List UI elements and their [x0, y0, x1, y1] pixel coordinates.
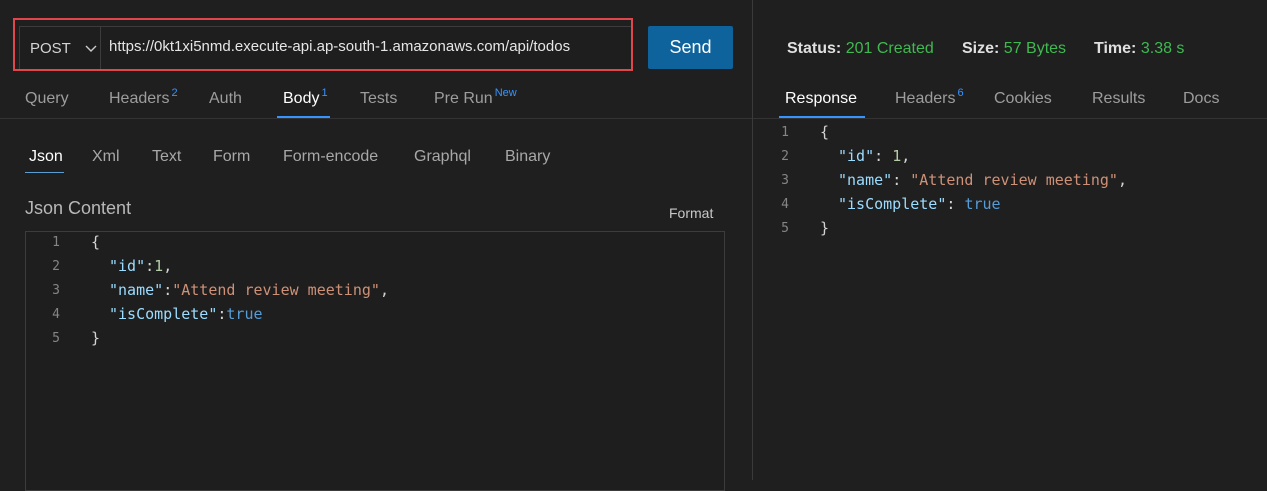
size-info: Size: 57 Bytes [962, 40, 1066, 58]
json-value: true [964, 195, 1001, 213]
pane-divider[interactable] [752, 0, 753, 480]
code-brace: { [820, 123, 830, 141]
json-key: "isComplete" [109, 305, 218, 323]
subtab-xml[interactable]: Xml [92, 148, 120, 166]
status-info: Status: 201 Created [787, 40, 934, 58]
json-sep: , [901, 147, 911, 165]
json-key: "name" [109, 281, 164, 299]
status-label: Status: [787, 40, 842, 57]
code-brace: } [91, 329, 101, 347]
json-content-title: Json Content [25, 198, 132, 218]
tab-response[interactable]: Response [785, 90, 857, 108]
json-value: "Attend review meeting" [172, 281, 380, 299]
code-line: } [91, 329, 100, 347]
tab-tests[interactable]: Tests [360, 90, 397, 108]
line-number: 4 [52, 307, 60, 322]
code-line: "name":"Attend review meeting", [109, 281, 389, 299]
json-sep: : [946, 195, 965, 213]
line-number: 3 [781, 173, 789, 188]
body-count-badge: 1 [321, 87, 328, 99]
json-sep: , [163, 257, 173, 275]
active-subtab-indicator [25, 172, 64, 173]
code-line: { [91, 233, 100, 251]
tab-cookies[interactable]: Cookies [994, 90, 1052, 108]
headers-count-badge: 2 [171, 87, 178, 99]
tab-query[interactable]: Query [25, 90, 69, 108]
code-line: "isComplete":true [109, 305, 263, 323]
tab-label: Auth [209, 90, 242, 107]
json-sep: , [1117, 171, 1127, 189]
subtab-binary[interactable]: Binary [505, 148, 550, 166]
tab-label: Cookies [994, 90, 1052, 107]
size-value: 57 Bytes [1003, 40, 1067, 57]
subtab-text[interactable]: Text [152, 148, 181, 166]
tab-pre-run[interactable]: Pre Run New [434, 87, 517, 108]
line-number: 3 [52, 283, 60, 298]
json-sep: : [163, 281, 173, 299]
tab-auth[interactable]: Auth [209, 90, 242, 108]
tab-results[interactable]: Results [1092, 90, 1145, 108]
tab-headers[interactable]: Headers 2 [109, 87, 178, 108]
format-button[interactable]: Format [669, 205, 713, 221]
tab-body[interactable]: Body 1 [283, 87, 328, 108]
new-badge: New [494, 87, 517, 99]
tab-label: Results [1092, 90, 1146, 107]
subtab-graphql[interactable]: Graphql [414, 148, 471, 166]
time-label: Time: [1094, 40, 1137, 57]
url-highlight-box [13, 18, 633, 71]
json-sep: : [874, 147, 893, 165]
status-value: 201 Created [845, 40, 934, 57]
code-line: } [820, 219, 829, 237]
response-tabs-divider [753, 118, 1267, 119]
subtab-json[interactable]: Json [29, 148, 63, 166]
send-button[interactable]: Send [648, 26, 733, 69]
line-number: 2 [781, 149, 789, 164]
code-line: "name": "Attend review meeting", [838, 171, 1127, 189]
line-number: 5 [781, 221, 789, 236]
tab-label: Body [283, 90, 320, 107]
code-line: "isComplete": true [838, 195, 1001, 213]
subtab-form[interactable]: Form [213, 148, 250, 166]
code-line: "id": 1, [838, 147, 910, 165]
tab-label: Pre Run [434, 90, 493, 107]
headers-count-badge: 6 [957, 87, 964, 99]
code-line: "id":1, [109, 257, 172, 275]
code-brace: } [820, 219, 830, 237]
tab-label: Docs [1183, 90, 1220, 107]
tabs-divider [0, 118, 752, 119]
tab-label: Query [25, 90, 69, 107]
json-sep: : [892, 171, 911, 189]
subtab-form-encode[interactable]: Form-encode [283, 148, 378, 166]
json-sep: : [145, 257, 155, 275]
json-value: true [226, 305, 263, 323]
time-info: Time: 3.38 s [1094, 40, 1184, 58]
line-number: 4 [781, 197, 789, 212]
time-value: 3.38 s [1140, 40, 1185, 57]
code-line: { [820, 123, 829, 141]
json-key: "id" [109, 257, 146, 275]
json-sep: , [379, 281, 389, 299]
json-value: 1 [892, 147, 902, 165]
tab-label: Headers [895, 90, 956, 107]
line-number: 5 [52, 331, 60, 346]
line-number: 1 [781, 125, 789, 140]
code-brace: { [91, 233, 101, 251]
tab-response-headers[interactable]: Headers 6 [895, 87, 964, 108]
tab-docs[interactable]: Docs [1183, 90, 1219, 108]
json-value: 1 [154, 257, 164, 275]
tab-label: Response [785, 90, 858, 107]
line-number: 2 [52, 259, 60, 274]
tab-label: Tests [360, 90, 398, 107]
line-number: 1 [52, 235, 60, 250]
json-key: "id" [838, 147, 875, 165]
json-value: "Attend review meeting" [910, 171, 1118, 189]
size-label: Size: [962, 40, 1000, 57]
json-key: "name" [838, 171, 893, 189]
json-key: "isComplete" [838, 195, 947, 213]
tab-label: Headers [109, 90, 170, 107]
